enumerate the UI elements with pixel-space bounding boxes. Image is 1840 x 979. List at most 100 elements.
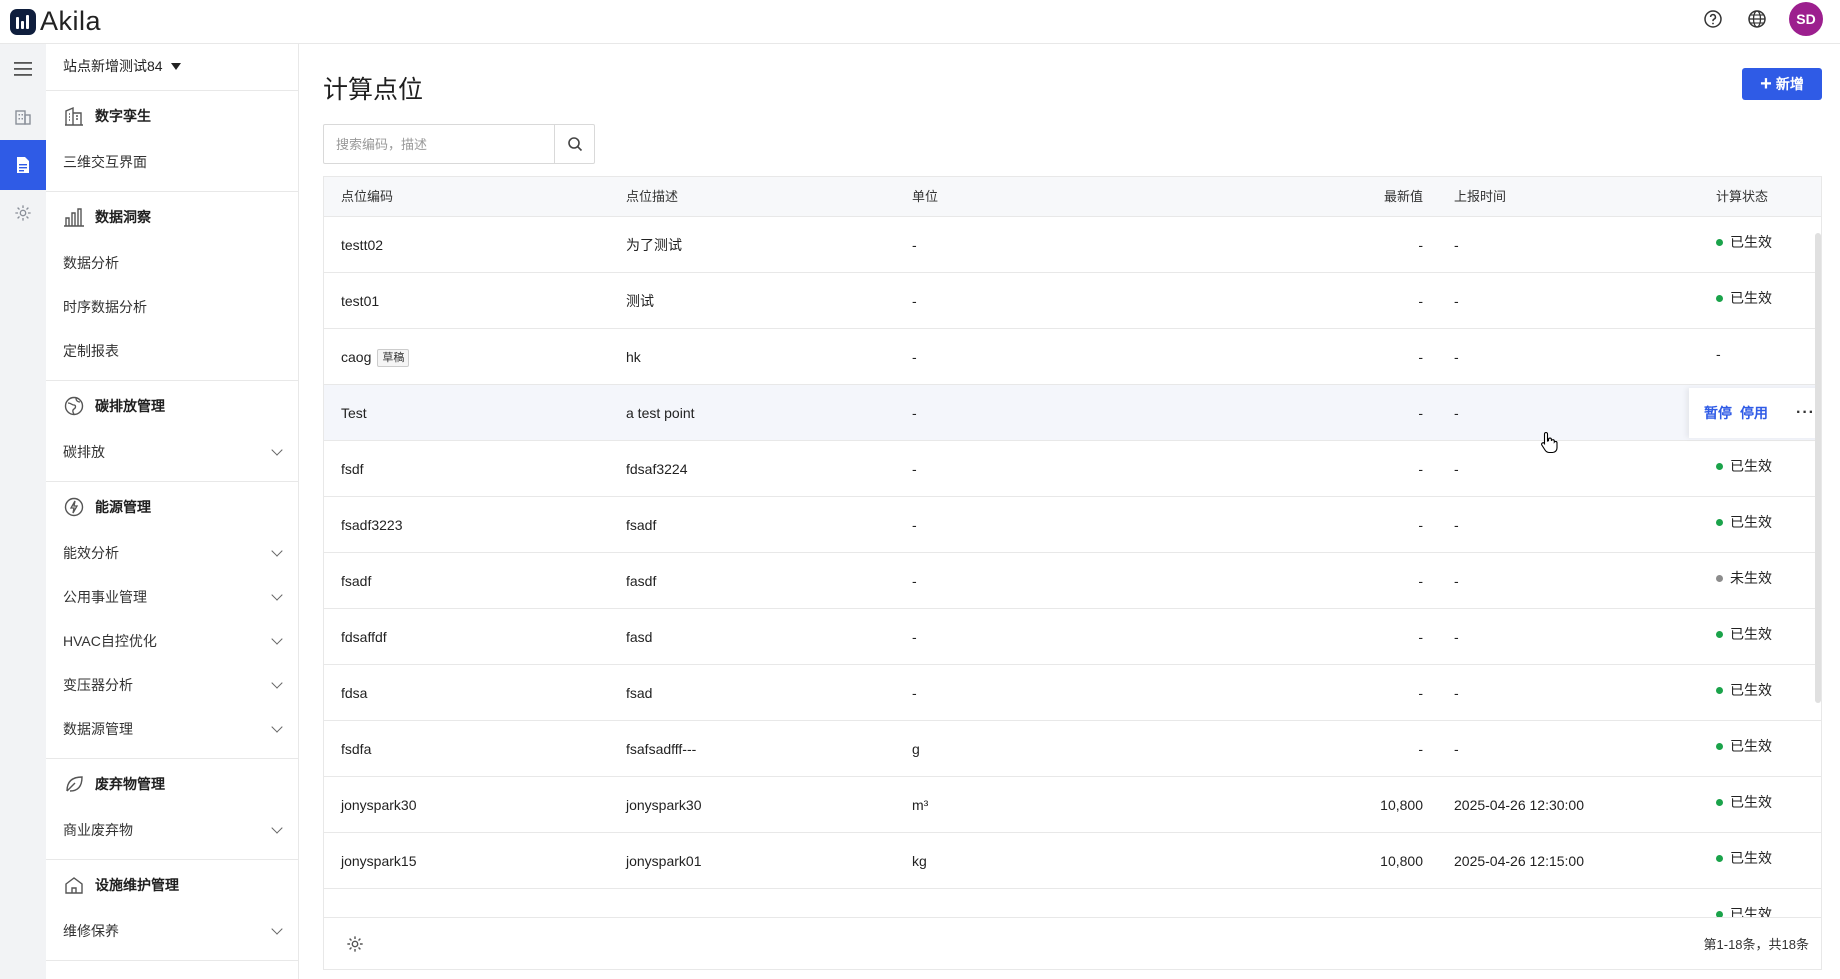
- sidebar-item-transformer[interactable]: 变压器分析: [63, 671, 285, 699]
- sidebar-item-maintenance[interactable]: 维修保养: [63, 917, 285, 945]
- table-header: 点位编码 点位描述 单位 最新值 上报时间 计算状态: [324, 177, 1821, 217]
- sidebar-item-efficiency[interactable]: 能效分析: [63, 539, 285, 567]
- menu-icon[interactable]: [0, 44, 46, 94]
- sidebar-item-custom-report[interactable]: 定制报表: [63, 337, 285, 365]
- sidebar-item-label: 能效分析: [63, 545, 119, 561]
- table-row[interactable]: testt02 为了测试 - - - 已生效: [324, 217, 1821, 273]
- building-icon[interactable]: [0, 92, 46, 142]
- site-selector[interactable]: 站点新增测试84: [63, 54, 181, 78]
- cell-time: -: [1454, 461, 1459, 477]
- status-dot-icon: [1716, 462, 1723, 470]
- cell-value: -: [1418, 573, 1423, 589]
- document-icon[interactable]: [0, 140, 46, 190]
- sidebar-item-3d[interactable]: 三维交互界面: [63, 148, 285, 176]
- more-icon[interactable]: ···: [1796, 404, 1815, 422]
- cell-time: -: [1454, 685, 1459, 701]
- section-title: 数字孪生: [95, 108, 151, 124]
- cell-code: test01: [341, 273, 379, 329]
- chevron-down-icon: [271, 545, 283, 557]
- disable-link[interactable]: 停用: [1740, 403, 1768, 423]
- table-row[interactable]: caog 草稿 hk - - - -: [324, 329, 1821, 385]
- cell-desc: jonyspark30: [626, 797, 702, 813]
- section-title: 设施维护管理: [95, 877, 179, 893]
- cell-code: fdsaffdf: [341, 609, 387, 665]
- cell-unit: m³: [912, 797, 929, 813]
- status-dot-icon: [1716, 574, 1723, 582]
- cell-code: fdsa: [341, 665, 367, 721]
- divider: [46, 960, 299, 961]
- status-badge: -: [1716, 329, 1721, 379]
- cell-desc: fdsaf3224: [626, 461, 688, 477]
- status-dot-icon: [1716, 742, 1723, 750]
- status-dot-icon: [1716, 294, 1723, 302]
- table-row[interactable]: fsadf fasdf - - - 未生效: [324, 553, 1821, 609]
- akila-logo[interactable]: Akila: [10, 6, 101, 37]
- divider: [46, 191, 299, 192]
- cell-time: -: [1454, 517, 1459, 533]
- add-button[interactable]: + 新增: [1742, 68, 1822, 100]
- sidebar-item-utility[interactable]: 公用事业管理: [63, 583, 285, 611]
- section-waste: 废弃物管理: [63, 770, 165, 798]
- table-row[interactable]: 已生效: [324, 889, 1821, 917]
- table-row[interactable]: fsadf3223 fsadf - - - 已生效: [324, 497, 1821, 553]
- cell-unit: -: [912, 685, 917, 701]
- status-dot-icon: [1716, 798, 1723, 806]
- cell-value: -: [1418, 741, 1423, 757]
- site-name: 站点新增测试84: [63, 58, 163, 74]
- settings-icon[interactable]: [0, 188, 46, 238]
- sidebar-item-carbon[interactable]: 碳排放: [63, 438, 285, 466]
- column-settings-icon[interactable]: [346, 935, 364, 953]
- table-row[interactable]: jonyspark30 jonyspark30 m³ 10,800 2025-04-26…: [324, 777, 1821, 833]
- search-button[interactable]: [554, 125, 594, 163]
- energy-icon: [64, 497, 84, 517]
- col-header-value: 最新值: [1383, 189, 1423, 204]
- sidebar-item-label: 碳排放: [63, 444, 105, 460]
- cell-desc: 测试: [626, 293, 654, 309]
- table-row[interactable]: Testa test point---已生效暂停停用···: [324, 385, 1821, 441]
- chevron-down-icon: [271, 633, 283, 645]
- table-row[interactable]: fdsa fsad - - - 已生效: [324, 665, 1821, 721]
- cell-desc: fsafsadfff---: [626, 741, 697, 757]
- status-badge: 已生效: [1716, 273, 1772, 323]
- sidebar-item-hvac[interactable]: HVAC自控优化: [63, 627, 285, 655]
- pagination-text: 第1-18条，共18条: [1703, 937, 1809, 952]
- cell-value: -: [1418, 237, 1423, 253]
- code-text: fsadf3223: [341, 517, 403, 533]
- cell-value: 10,800: [1380, 853, 1423, 869]
- code-text: fdsaffdf: [341, 629, 387, 645]
- table-row[interactable]: fdsaffdf fasd - - - 已生效: [324, 609, 1821, 665]
- status-text: 已生效: [1730, 682, 1772, 698]
- cell-desc: a test point: [626, 405, 695, 421]
- chevron-down-icon: [271, 444, 283, 456]
- divider: [46, 859, 299, 860]
- sidebar-item-data-analysis[interactable]: 数据分析: [63, 249, 285, 277]
- table-row[interactable]: jonyspark15 jonyspark01 kg 10,800 2025-04-26…: [324, 833, 1821, 889]
- cell-unit: -: [912, 349, 917, 365]
- cell-value: -: [1418, 405, 1423, 421]
- cell-desc: fasd: [626, 629, 653, 645]
- divider: [46, 380, 299, 381]
- table-scrollbar[interactable]: [1815, 233, 1821, 703]
- sidebar-item-datasource[interactable]: 数据源管理: [63, 715, 285, 743]
- chevron-down-icon: [271, 677, 283, 689]
- logo-text: Akila: [40, 6, 102, 36]
- globe-leaf-icon: [64, 396, 84, 416]
- code-text: fsdf: [341, 461, 364, 477]
- search-input[interactable]: [324, 125, 554, 163]
- col-header-status: 计算状态: [1716, 189, 1769, 204]
- sidebar-item-timeseries[interactable]: 时序数据分析: [63, 293, 285, 321]
- table-row[interactable]: fsdf fdsaf3224 - - - 已生效: [324, 441, 1821, 497]
- pause-link[interactable]: 暂停: [1704, 403, 1732, 423]
- cell-code: fsadf: [341, 553, 371, 609]
- table-row[interactable]: test01 测试 - - - 已生效: [324, 273, 1821, 329]
- cell-unit: -: [912, 629, 917, 645]
- sidebar-item-commercial-waste[interactable]: 商业废弃物: [63, 816, 285, 844]
- sidebar-item-label: 商业废弃物: [63, 822, 133, 838]
- table-row[interactable]: fsdfa fsafsadfff--- g - - 已生效: [324, 721, 1821, 777]
- help-icon[interactable]: [1703, 9, 1723, 29]
- user-avatar[interactable]: SD: [1789, 2, 1823, 36]
- globe-icon[interactable]: [1747, 9, 1767, 29]
- cell-code: testt02: [341, 217, 383, 273]
- code-text: jonyspark15: [341, 853, 417, 869]
- status-text: 已生效: [1730, 626, 1772, 642]
